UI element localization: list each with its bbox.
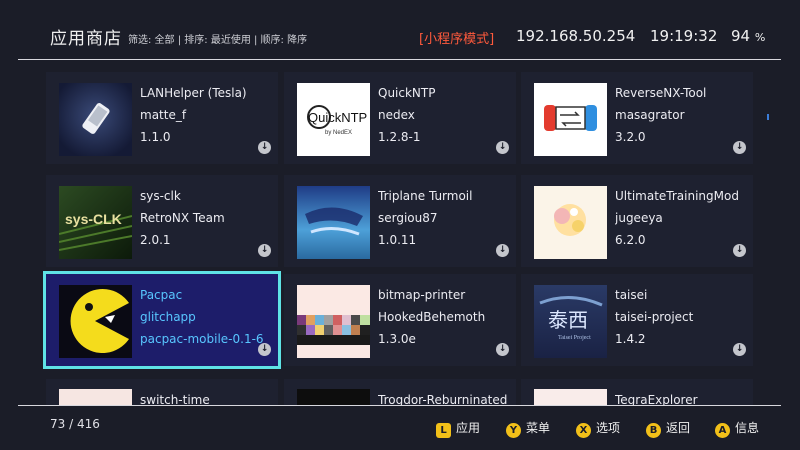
app-tile[interactable]: 泰西 Taisei Project taisei taisei-project … — [521, 274, 753, 366]
footer-divider — [18, 405, 781, 406]
download-icon: ↓ — [258, 244, 271, 257]
filter-sort-info: 筛选: 全部 | 排序: 最近使用 | 顺序: 降序 — [128, 35, 308, 46]
b-button-icon: B — [646, 423, 661, 438]
sys-clk-logo: sys-CLK — [59, 186, 132, 259]
app-author: HookedBehemoth — [378, 310, 486, 324]
app-tile[interactable]: switch-time — [46, 379, 278, 405]
app-author: nedex — [378, 108, 415, 122]
svg-text:QuickNTP: QuickNTP — [308, 110, 367, 125]
app-tile[interactable]: LANHelper (Tesla) matte_f 1.1.0 ↓ — [46, 72, 278, 164]
quickntp-logo: QuickNTP by NedEX — [297, 83, 370, 156]
app-version: 1.1.0 — [140, 130, 171, 144]
app-tile[interactable]: QuickNTP by NedEX QuickNTP nedex 1.2.8-1… — [284, 72, 516, 164]
app-version: 1.3.0e — [378, 332, 416, 346]
trogdor-logo — [297, 389, 370, 405]
app-version: 1.4.2 — [615, 332, 646, 346]
svg-text:sys-CLK: sys-CLK — [65, 211, 122, 227]
taisei-logo: 泰西 Taisei Project — [534, 285, 607, 358]
hint-options[interactable]: X 选项 — [576, 419, 620, 438]
app-version: 3.2.0 — [615, 130, 646, 144]
x-button-icon: X — [576, 423, 591, 438]
app-author: matte_f — [140, 108, 187, 122]
svg-text:by NedEX: by NedEX — [325, 130, 352, 136]
app-tile[interactable]: Trogdor-Reburninated — [284, 379, 516, 405]
app-grid: LANHelper (Tesla) matte_f 1.1.0 ↓ QuickN… — [0, 60, 800, 405]
bitmap-printer-logo — [297, 285, 370, 358]
app-name: QuickNTP — [378, 86, 436, 100]
clock: 19:19:32 — [650, 27, 718, 45]
app-tile[interactable]: bitmap-printer HookedBehemoth 1.3.0e ↓ — [284, 274, 516, 366]
app-name: Trogdor-Reburninated — [378, 393, 508, 405]
download-icon: ↓ — [733, 141, 746, 154]
app-name: Triplane Turmoil — [378, 189, 473, 203]
app-name: ReverseNX-Tool — [615, 86, 707, 100]
tegraexplorer-logo — [534, 389, 607, 405]
svg-text:Taisei Project: Taisei Project — [558, 335, 591, 341]
app-name: taisei — [615, 288, 648, 302]
app-tile[interactable]: ReverseNX-Tool masagrator 3.2.0 ↓ — [521, 72, 753, 164]
app-version: 1.2.8-1 — [378, 130, 421, 144]
app-tile[interactable]: UltimateTrainingMod jugeeya 6.2.0 ↓ — [521, 175, 753, 267]
mode-indicator: [小程序模式] — [419, 32, 495, 47]
download-icon: ↓ — [258, 141, 271, 154]
app-tile-selected[interactable]: Pacpac glitchapp pacpac-mobile-0.1-6 ↓ — [43, 271, 281, 369]
app-tile[interactable]: Triplane Turmoil sergiou87 1.0.11 ↓ — [284, 175, 516, 267]
app-name: sys-clk — [140, 189, 181, 203]
ip-address: 192.168.50.254 — [516, 27, 636, 45]
triplane-logo — [297, 186, 370, 259]
svg-text:泰西: 泰西 — [548, 308, 588, 332]
app-author: RetroNX Team — [140, 211, 225, 225]
l-button-icon: L — [436, 423, 451, 438]
app-tile[interactable]: sys-CLK sys-clk RetroNX Team 2.0.1 ↓ — [46, 175, 278, 267]
app-tile[interactable]: TegraExplorer — [521, 379, 753, 405]
app-name: bitmap-printer — [378, 288, 466, 302]
page-title: 应用商店 — [50, 29, 122, 49]
app-version: 6.2.0 — [615, 233, 646, 247]
app-author: glitchapp — [140, 310, 196, 324]
a-button-icon: A — [715, 423, 730, 438]
training-mod-logo — [534, 186, 607, 259]
pacman-icon — [59, 285, 132, 358]
download-icon: ↓ — [733, 343, 746, 356]
download-icon: ↓ — [258, 343, 271, 356]
app-name: UltimateTrainingMod — [615, 189, 739, 203]
scroll-indicator[interactable] — [767, 114, 769, 120]
app-name: TegraExplorer — [615, 393, 698, 405]
app-author: taisei-project — [615, 310, 694, 324]
app-author: masagrator — [615, 108, 685, 122]
battery-level: 94 % — [731, 27, 766, 45]
app-name: switch-time — [140, 393, 210, 405]
download-icon: ↓ — [496, 141, 509, 154]
reversenx-logo — [534, 83, 607, 156]
y-button-icon: Y — [506, 423, 521, 438]
item-counter: 73 / 416 — [50, 417, 100, 431]
download-icon: ↓ — [496, 343, 509, 356]
phone-icon — [59, 83, 132, 156]
switch-time-logo — [59, 389, 132, 405]
app-name: Pacpac — [140, 288, 183, 302]
download-icon: ↓ — [733, 244, 746, 257]
app-version: 2.0.1 — [140, 233, 171, 247]
app-version: pacpac-mobile-0.1-6 — [140, 332, 264, 346]
download-icon: ↓ — [496, 244, 509, 257]
hint-info[interactable]: A 信息 — [715, 419, 759, 438]
hint-back[interactable]: B 返回 — [646, 419, 690, 438]
app-author: jugeeya — [615, 211, 663, 225]
app-author: sergiou87 — [378, 211, 438, 225]
app-name: LANHelper (Tesla) — [140, 86, 247, 100]
app-version: 1.0.11 — [378, 233, 417, 247]
hint-apps[interactable]: L 应用 — [436, 419, 480, 438]
hint-menu[interactable]: Y 菜单 — [506, 419, 550, 438]
